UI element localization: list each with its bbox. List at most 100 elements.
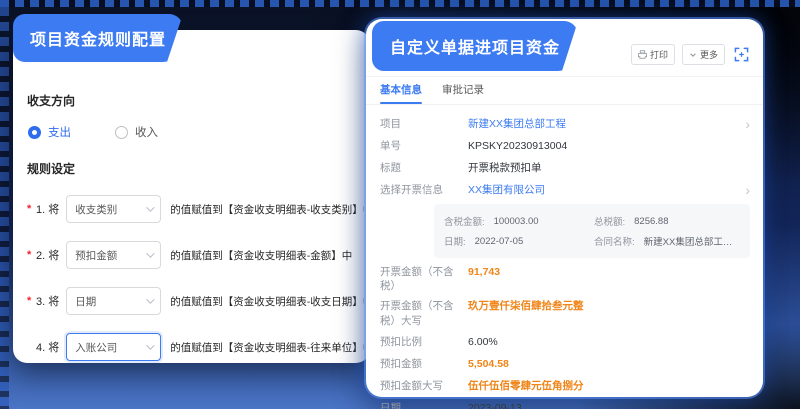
radio-expense-label: 支出 <box>48 124 71 140</box>
required-marker: * <box>27 249 36 261</box>
rule-3-field-select[interactable]: 日期 <box>66 287 161 315</box>
rule-row-1: * 1. 将 收支类别 的值赋值到【资金收支明细表-收支类别】中 <box>27 195 364 223</box>
decor-top-strip <box>0 0 800 7</box>
rule-number: 3. 将 <box>36 293 59 309</box>
field-label: 日期 <box>380 401 468 409</box>
radio-unselected-icon <box>115 126 128 139</box>
required-marker: * <box>27 203 36 215</box>
total-tax-amount: 8256.88 <box>634 216 668 227</box>
field-label: 开票金额（不含税） <box>380 265 468 293</box>
summary-label: 合同名称: <box>594 234 635 248</box>
contract-date: 2022-07-05 <box>475 236 524 247</box>
radio-income[interactable]: 收入 <box>115 124 158 140</box>
chevron-down-icon <box>146 295 154 303</box>
document-tabs: 基本信息 审批记录 <box>366 77 763 105</box>
summary-label: 日期: <box>444 234 466 248</box>
rule-3-suffix: 的值赋值到【资金收支明细表-收支日期】中 <box>170 294 364 309</box>
withhold-amount-value: 5,504.58 <box>468 357 509 371</box>
chevron-right-icon[interactable]: › <box>739 117 750 131</box>
tab-basic-info[interactable]: 基本信息 <box>380 82 422 104</box>
doc-title-value: 开票税款预扣单 <box>468 161 542 175</box>
radio-expense[interactable]: 支出 <box>28 124 71 140</box>
tax-included-amount: 100003.00 <box>494 216 539 227</box>
field-label: 标题 <box>380 161 468 175</box>
doc-number-value: KPSKY20230913004 <box>468 139 567 153</box>
fullscreen-icon <box>734 47 749 62</box>
rule-4-select-value: 入账公司 <box>75 340 117 355</box>
tab-approval-log[interactable]: 审批记录 <box>442 82 484 104</box>
radio-selected-icon <box>28 126 41 139</box>
rule-1-field-select[interactable]: 收支类别 <box>66 195 161 223</box>
summary-label: 总税额: <box>594 214 625 228</box>
chevron-right-icon[interactable]: › <box>739 183 750 197</box>
rule-3-select-value: 日期 <box>75 294 96 309</box>
field-row-title: 标题 开票税款预扣单 <box>380 157 750 179</box>
summary-row-2: 日期: 2022-07-05 合同名称: 新建XX集团总部工程施工总承包合同 <box>444 231 740 251</box>
field-label: 开票金额（不含税）大写 <box>380 299 468 327</box>
document-detail-panel: 打印 更多 基本信息 审批记录 项目 新建 <box>366 19 763 397</box>
rule-1-suffix: 的值赋值到【资金收支明细表-收支类别】中 <box>170 202 364 217</box>
contract-summary-box: 含税金额: 100003.00 总税额: 8256.88 日期: 2022-07… <box>434 204 750 258</box>
more-button-label: 更多 <box>700 48 718 61</box>
rule-row-3: * 3. 将 日期 的值赋值到【资金收支明细表-收支日期】中 <box>27 287 364 315</box>
invoice-amount-value: 91,743 <box>468 265 500 279</box>
required-marker: * <box>27 295 36 307</box>
withhold-amount-words-value: 伍仟伍佰零肆元伍角捌分 <box>468 379 584 393</box>
left-panel-title-banner: 项目资金规则配置 <box>13 14 183 62</box>
field-row-withhold-amount: 预扣金额 5,504.58 <box>380 353 750 375</box>
project-link[interactable]: 新建XX集团总部工程 <box>468 117 566 131</box>
field-label: 预扣金额大写 <box>380 379 468 393</box>
rule-number: 2. 将 <box>36 247 59 263</box>
field-row-invoice-info: 选择开票信息 XX集团有限公司 › <box>380 179 750 201</box>
decor-left-strip <box>0 7 9 409</box>
field-label: 项目 <box>380 117 468 131</box>
field-row-withhold-amount-words: 预扣金额大写 伍仟伍佰零肆元伍角捌分 <box>380 375 750 397</box>
field-row-project: 项目 新建XX集团总部工程 › <box>380 113 750 135</box>
field-row-invoice-amount-words: 开票金额（不含税）大写 玖万壹仟柒佰肆拾叁元整 <box>380 296 750 330</box>
rule-config-panel: 收支方向 支出 收入 规则设定 * 1. 将 收支类别 的 <box>13 30 370 363</box>
withhold-ratio-value: 6.00% <box>468 335 498 349</box>
rule-2-suffix: 的值赋值到【资金收支明细表-金额】中 <box>170 248 352 263</box>
chevron-down-icon <box>146 249 154 257</box>
print-button[interactable]: 打印 <box>631 44 675 65</box>
summary-label: 含税金额: <box>444 214 485 228</box>
right-panel-title-banner: 自定义单据进项目资金 <box>372 21 578 71</box>
chevron-down-icon <box>146 203 154 211</box>
document-fields: 项目 新建XX集团总部工程 › 单号 KPSKY20230913004 标题 开… <box>366 105 763 409</box>
direction-radio-group: 支出 收入 <box>28 124 364 140</box>
field-row-date: 日期 2023-09-13 <box>380 397 750 409</box>
field-row-invoice-amount: 开票金额（不含税） 91,743 <box>380 262 750 296</box>
field-label: 预扣金额 <box>380 357 468 371</box>
field-label: 单号 <box>380 139 468 153</box>
rule-4-field-select[interactable]: 入账公司 <box>66 333 161 361</box>
invoice-amount-words-value: 玖万壹仟柒佰肆拾叁元整 <box>468 299 584 313</box>
contract-name: 新建XX集团总部工程施工总承包合同 <box>644 234 740 248</box>
right-panel-title: 自定义单据进项目资金 <box>390 34 560 58</box>
summary-row-1: 含税金额: 100003.00 总税额: 8256.88 <box>444 211 740 231</box>
rule-2-select-value: 预扣金额 <box>75 248 117 263</box>
page-background: 项目资金规则配置 自定义单据进项目资金 收支方向 支出 收入 规则设定 * 1.… <box>0 0 800 409</box>
rules-section-label: 规则设定 <box>27 160 364 177</box>
chevron-down-icon <box>689 51 697 59</box>
print-icon <box>638 50 647 59</box>
rule-row-4: * 4. 将 入账公司 的值赋值到【资金收支明细表-往来单位】中 <box>27 333 364 361</box>
rule-2-field-select[interactable]: 预扣金额 <box>66 241 161 269</box>
invoice-company-link[interactable]: XX集团有限公司 <box>468 183 545 197</box>
fullscreen-button[interactable] <box>732 46 750 64</box>
rule-row-2: * 2. 将 预扣金额 的值赋值到【资金收支明细表-金额】中 <box>27 241 364 269</box>
rule-number: 1. 将 <box>36 201 59 217</box>
rule-4-suffix: 的值赋值到【资金收支明细表-往来单位】中 <box>170 340 364 355</box>
direction-section-label: 收支方向 <box>27 92 364 109</box>
radio-income-label: 收入 <box>135 124 158 140</box>
more-button[interactable]: 更多 <box>682 44 725 65</box>
print-button-label: 打印 <box>650 48 668 61</box>
document-toolbar: 打印 更多 <box>631 44 750 65</box>
field-label: 预扣比例 <box>380 335 468 349</box>
rule-1-select-value: 收支类别 <box>75 202 117 217</box>
chevron-down-icon <box>146 341 154 349</box>
field-label: 选择开票信息 <box>380 183 468 197</box>
rule-number: 4. 将 <box>36 339 59 355</box>
field-row-withhold-ratio: 预扣比例 6.00% <box>380 331 750 353</box>
field-row-doc-number: 单号 KPSKY20230913004 <box>380 135 750 157</box>
left-panel-title: 项目资金规则配置 <box>30 26 166 50</box>
